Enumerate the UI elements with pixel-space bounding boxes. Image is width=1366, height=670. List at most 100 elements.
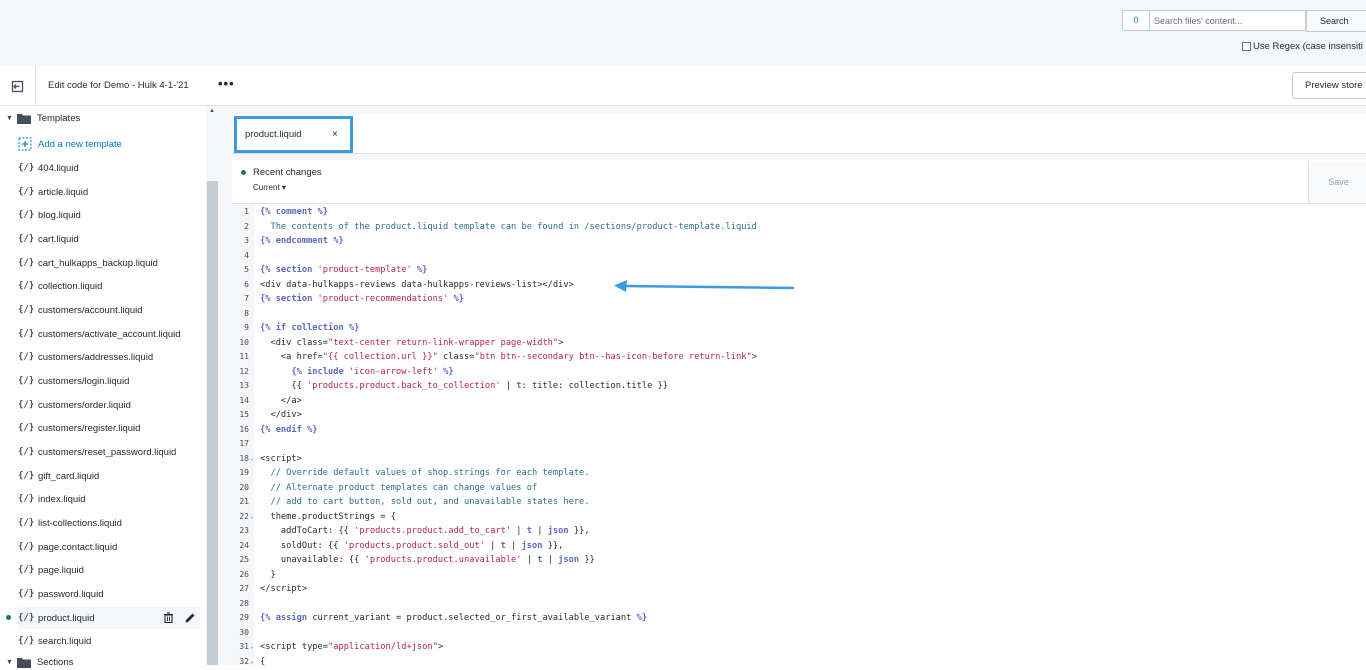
code-line: 10 <div class="text-center return-link-w…	[239, 338, 564, 348]
scroll-up-icon[interactable]: ▲	[209, 108, 215, 114]
regex-option[interactable]: Use Regex (case insensiti	[1242, 41, 1363, 52]
file-label: gift_card.liquid	[38, 470, 100, 482]
version-select[interactable]: Current ▾	[253, 183, 286, 192]
code-line: 3 {% endcomment %}	[244, 236, 344, 246]
save-button[interactable]: Save	[1308, 162, 1366, 203]
liquid-file-icon: {/}	[18, 329, 35, 339]
chevron-down-icon: ▼	[6, 115, 13, 122]
file-item[interactable]: {/} customers/register.liquid	[18, 417, 200, 439]
file-item[interactable]: {/} customers/addresses.liquid	[18, 346, 200, 368]
folder-label: Templates	[36, 113, 81, 124]
folder-sections[interactable]: ▼ Sections	[6, 657, 73, 668]
code-line: 8	[244, 309, 249, 318]
file-label: page.liquid	[38, 564, 84, 576]
preview-store-button[interactable]: Preview store	[1292, 72, 1366, 99]
add-template-label: Add a new template	[38, 138, 122, 150]
file-item[interactable]: {/} collection.liquid	[18, 275, 200, 297]
file-item[interactable]: {/} cart.liquid	[18, 228, 200, 250]
folder-label: Sections	[36, 657, 74, 668]
tab-strip	[232, 114, 1366, 154]
file-item[interactable]: {/} customers/activate_account.liquid	[18, 323, 200, 345]
code-line: 23 addToCart: {{ 'products.product.add_t…	[239, 526, 590, 536]
search-result-count: 0	[1122, 10, 1149, 31]
add-template-link[interactable]: Add a new template	[18, 137, 122, 151]
liquid-file-icon: {/}	[18, 187, 35, 197]
file-item[interactable]: {/} customers/account.liquid	[18, 299, 200, 321]
code-line: 1 {% comment %}	[244, 207, 328, 217]
recent-changes-title: Recent changes	[241, 167, 322, 178]
code-line: 15 </div>	[239, 410, 302, 420]
exit-button[interactable]	[0, 66, 36, 106]
code-line: 17	[239, 439, 249, 448]
file-label: customers/activate_account.liquid	[38, 328, 181, 340]
file-item[interactable]: {/} 404.liquid	[18, 157, 200, 179]
file-item[interactable]: {/} blog.liquid	[18, 204, 200, 226]
file-item[interactable]: {/} password.liquid	[18, 583, 200, 605]
top-search-bar: 0 Search Use Regex (case insensiti	[0, 0, 1366, 66]
tab-product-liquid[interactable]: product.liquid ×	[234, 116, 353, 153]
sidebar-scroll-thumb[interactable]	[207, 181, 218, 665]
code-line: 11 <a href="{{ collection.url }}" class=…	[239, 352, 757, 362]
pencil-icon[interactable]	[184, 612, 196, 624]
file-item[interactable]: {/} customers/order.liquid	[18, 394, 200, 416]
file-item-active[interactable]: {/} product.liquid	[6, 607, 200, 629]
file-label: 404.liquid	[38, 162, 79, 174]
file-item[interactable]: {/} search.liquid	[18, 630, 200, 652]
file-label: customers/order.liquid	[38, 399, 131, 411]
file-label: password.liquid	[38, 588, 104, 600]
liquid-file-icon: {/}	[18, 518, 35, 528]
file-label: customers/reset_password.liquid	[38, 446, 177, 458]
file-item[interactable]: {/} list-collections.liquid	[18, 512, 200, 534]
arrow-left-icon	[614, 280, 795, 292]
file-item[interactable]: {/} page.liquid	[18, 559, 200, 581]
file-label: article.liquid	[38, 186, 89, 198]
file-item[interactable]: {/} article.liquid	[18, 181, 200, 203]
liquid-file-icon: {/}	[18, 589, 35, 599]
code-line: 27 </script>	[239, 584, 308, 594]
file-label: page.contact.liquid	[38, 541, 118, 553]
file-item[interactable]: {/} index.liquid	[18, 488, 200, 510]
code-line: 21 // add to cart button, sold out, and …	[239, 497, 590, 507]
liquid-file-icon: {/}	[18, 376, 35, 386]
file-item[interactable]: {/} gift_card.liquid	[18, 465, 200, 487]
code-line: 5 {% section 'product-template' %}	[244, 265, 428, 275]
liquid-file-icon: {/}	[18, 565, 35, 575]
folder-templates[interactable]: ▼ Templates	[6, 113, 80, 124]
search-files-input[interactable]	[1149, 10, 1306, 31]
code-line: 24 soldOut: {{ 'products.product.sold_ou…	[239, 541, 564, 551]
liquid-file-icon: {/}	[18, 447, 35, 457]
exit-icon	[11, 80, 24, 92]
code-line: 6 <div data-hulkapps-reviews data-hulkapp…	[244, 280, 574, 290]
file-item[interactable]: {/} page.contact.liquid	[18, 536, 200, 558]
code-line: 20 // Alternate product templates can ch…	[239, 483, 538, 493]
code-line: 4	[244, 251, 249, 260]
file-label: customers/register.liquid	[38, 422, 141, 434]
code-line: 9 {% if collection %}	[244, 323, 360, 333]
code-line: 26 }	[239, 570, 276, 580]
file-label: blog.liquid	[38, 209, 81, 221]
liquid-file-icon: {/}	[18, 471, 35, 481]
code-line: 32 ⌄{	[239, 657, 266, 667]
file-item[interactable]: {/} cart_hulkapps_backup.liquid	[18, 252, 200, 274]
liquid-file-icon: {/}	[18, 305, 35, 315]
liquid-file-icon: {/}	[18, 210, 35, 220]
editor-header: Edit code for Demo - Hulk 4-1-'21 ••• Pr…	[0, 66, 1366, 106]
file-item[interactable]: {/} customers/reset_password.liquid	[18, 441, 200, 463]
liquid-file-icon: {/}	[18, 423, 35, 433]
folder-icon	[16, 658, 31, 668]
regex-checkbox[interactable]	[1242, 42, 1251, 51]
more-actions-button[interactable]: •••	[218, 76, 235, 91]
trash-icon[interactable]	[163, 612, 174, 623]
file-item[interactable]: {/} customers/login.liquid	[18, 370, 200, 392]
code-line: 7 {% section 'product-recommendations' %}	[244, 294, 465, 304]
search-button[interactable]: Search	[1306, 10, 1366, 32]
code-line: 18 ⌄ <script>	[239, 454, 302, 464]
folder-icon	[16, 114, 31, 124]
code-line: 22 ⌄ theme.productStrings = {	[239, 512, 396, 522]
add-file-icon	[18, 137, 32, 151]
liquid-file-icon: {/}	[18, 542, 35, 552]
file-label: product.liquid	[38, 612, 95, 624]
code-line: 13 {{ 'products.product.back_to_collecti…	[239, 381, 668, 391]
close-icon[interactable]: ×	[332, 119, 338, 150]
file-label: collection.liquid	[38, 280, 103, 292]
